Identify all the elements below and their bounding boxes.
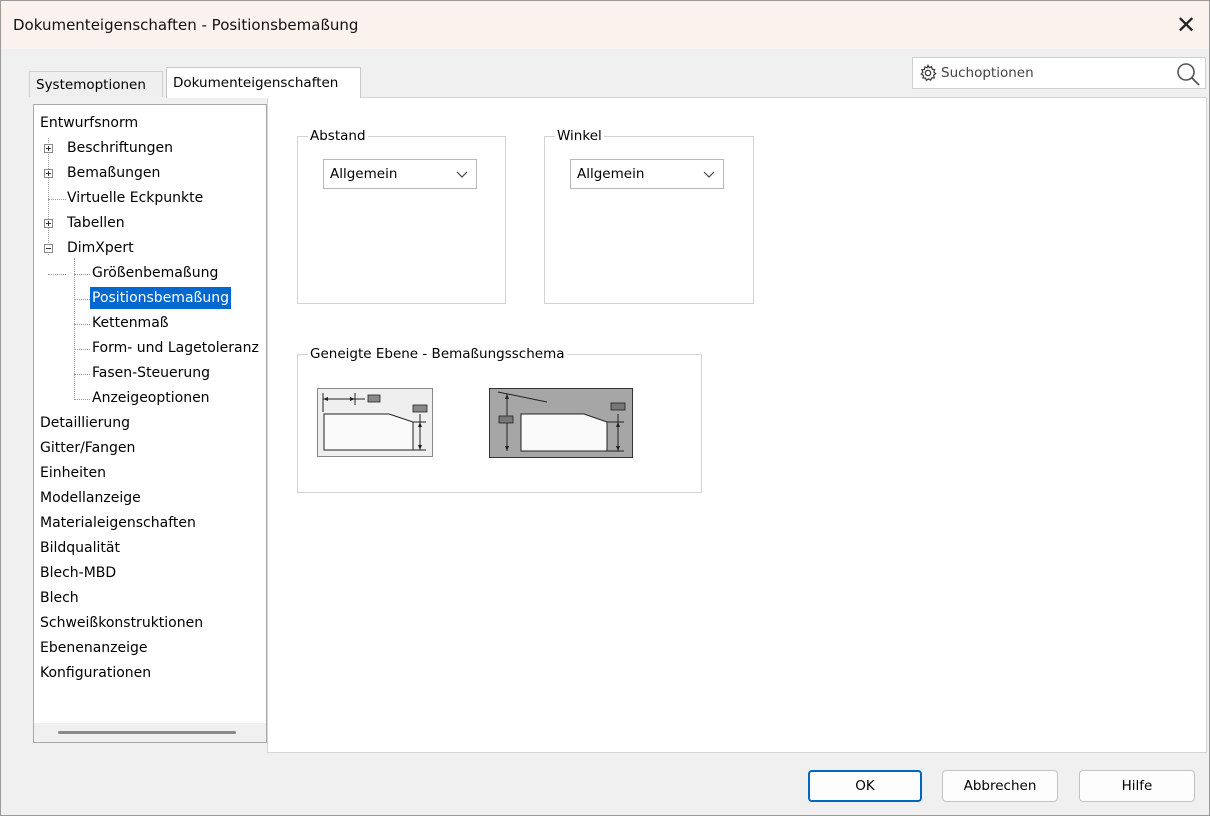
abstand-group: Abstand Allgemein — [297, 127, 506, 304]
winkel-group: Winkel Allgemein — [544, 127, 754, 304]
tree-connector — [74, 374, 90, 375]
scheme-option-1[interactable] — [317, 388, 433, 457]
dialog-window: Dokumenteigenschaften - Positionsbemaßun… — [0, 0, 1210, 816]
tree-connector — [48, 138, 49, 255]
expand-icon[interactable] — [44, 144, 53, 153]
search-box[interactable] — [912, 57, 1206, 89]
tree-item-blech-mbd[interactable]: Blech-MBD — [40, 562, 116, 584]
gear-icon — [920, 64, 937, 82]
tree-item-groessenbemassung[interactable]: Größenbemaßung — [92, 262, 218, 284]
tree-connector — [74, 299, 90, 300]
tree-item-virtuelle-eckpunkte[interactable]: Virtuelle Eckpunkte — [67, 187, 203, 209]
scheme-legend: Geneigte Ebene - Bemaßungsschema — [308, 345, 567, 363]
abstand-legend: Abstand — [308, 127, 368, 145]
content-panel: Abstand Allgemein Winkel Allgemein Genei… — [267, 97, 1207, 753]
magnifier-icon[interactable] — [1175, 61, 1201, 87]
tree-item-einheiten[interactable]: Einheiten — [40, 462, 106, 484]
horizontal-scrollbar[interactable] — [34, 723, 266, 742]
scrollbar-thumb[interactable] — [58, 731, 236, 734]
scheme-group: Geneigte Ebene - Bemaßungsschema — [297, 345, 702, 493]
tree-item-gitter-fangen[interactable]: Gitter/Fangen — [40, 437, 135, 459]
tree-item-anzeigeoptionen[interactable]: Anzeigeoptionen — [92, 387, 210, 409]
expand-icon[interactable] — [44, 219, 53, 228]
tree-item-blech[interactable]: Blech — [40, 587, 79, 609]
tree-item-entwurfsnorm[interactable]: Entwurfsnorm — [40, 112, 138, 134]
search-input[interactable] — [941, 63, 1161, 83]
window-title: Dokumenteigenschaften - Positionsbemaßun… — [13, 16, 359, 34]
tree-item-fasen-steuerung[interactable]: Fasen-Steuerung — [92, 362, 210, 384]
chevron-down-icon — [703, 171, 715, 178]
options-tree[interactable]: Entwurfsnorm Beschriftungen Bemaßungen V… — [33, 104, 267, 743]
tree-item-materialeigenschaften[interactable]: Materialeigenschaften — [40, 512, 196, 534]
tree-connector — [48, 199, 66, 200]
tree-item-tabellen[interactable]: Tabellen — [67, 212, 125, 234]
tree-item-bildqualitaet[interactable]: Bildqualität — [40, 537, 120, 559]
tree-connector — [74, 258, 75, 400]
tree-item-konfigurationen[interactable]: Konfigurationen — [40, 662, 151, 684]
expand-icon[interactable] — [44, 169, 53, 178]
winkel-dropdown[interactable]: Allgemein — [570, 159, 724, 189]
abstand-dropdown[interactable]: Allgemein — [323, 159, 477, 189]
tree-connector — [74, 349, 90, 350]
tree-item-beschriftungen[interactable]: Beschriftungen — [67, 137, 173, 159]
scheme-option-2[interactable] — [489, 388, 633, 458]
chevron-down-icon — [456, 171, 468, 178]
scheme-option-1-icon — [317, 388, 433, 457]
tree-item-detaillierung[interactable]: Detaillierung — [40, 412, 130, 434]
tree-item-form-und-lagetoleranz[interactable]: Form- und Lagetoleranz — [92, 337, 259, 359]
tree-item-ebenenanzeige[interactable]: Ebenenanzeige — [40, 637, 148, 659]
tree-item-schweisskonstruktionen[interactable]: Schweißkonstruktionen — [40, 612, 203, 634]
tree-connector — [74, 324, 90, 325]
tree-item-positionsbemassung[interactable]: Positionsbemaßung — [90, 287, 231, 309]
tree-connector — [74, 399, 90, 400]
tab-systemoptionen[interactable]: Systemoptionen — [29, 71, 163, 97]
cancel-button[interactable]: Abbrechen — [942, 770, 1058, 802]
tree-item-dimxpert[interactable]: DimXpert — [67, 237, 134, 259]
tree-item-kettenmass[interactable]: Kettenmaß — [92, 312, 169, 334]
collapse-icon[interactable] — [44, 244, 53, 253]
help-button[interactable]: Hilfe — [1079, 770, 1195, 802]
abstand-dropdown-value: Allgemein — [330, 166, 398, 182]
tree-item-bemassungen[interactable]: Bemaßungen — [67, 162, 160, 184]
title-bar: Dokumenteigenschaften - Positionsbemaßun… — [1, 1, 1209, 49]
tree-item-modellanzeige[interactable]: Modellanzeige — [40, 487, 141, 509]
tab-dokumenteigenschaften[interactable]: Dokumenteigenschaften — [166, 67, 361, 98]
tree-connector — [74, 274, 90, 275]
winkel-dropdown-value: Allgemein — [577, 166, 645, 182]
winkel-legend: Winkel — [555, 127, 604, 145]
close-button[interactable]: ✕ — [1163, 1, 1209, 49]
ok-button[interactable]: OK — [808, 770, 922, 802]
scheme-option-2-icon — [489, 388, 633, 458]
tree-connector — [48, 274, 66, 275]
